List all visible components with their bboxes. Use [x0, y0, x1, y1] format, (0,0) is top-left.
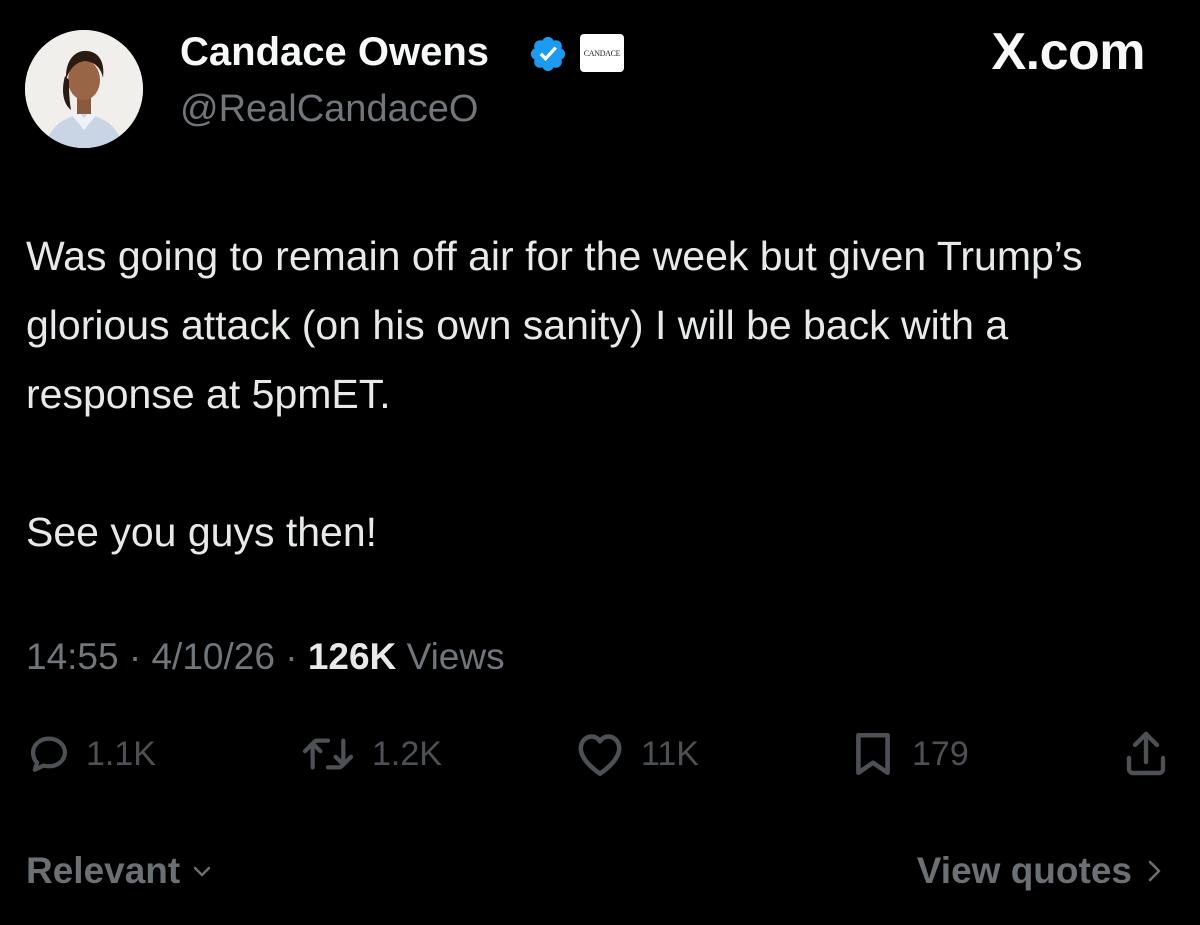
avatar[interactable]: [25, 30, 143, 148]
tweet-paragraph: See you guys then!: [26, 509, 378, 555]
site-label: X.com: [991, 23, 1145, 81]
view-quotes-link[interactable]: View quotes: [917, 848, 1166, 894]
share-icon: [1126, 731, 1166, 776]
bookmark-icon: [856, 732, 890, 776]
reply-button[interactable]: 1.1K: [26, 728, 156, 780]
repost-icon: [302, 738, 354, 770]
bookmark-button[interactable]: 179: [848, 728, 969, 780]
display-name[interactable]: Candace Owens: [180, 28, 489, 76]
share-button[interactable]: [1122, 728, 1170, 780]
reply-icon: [30, 736, 68, 772]
user-handle[interactable]: @RealCandaceO: [180, 86, 478, 132]
sort-replies-dropdown[interactable]: Relevant: [26, 848, 214, 894]
reply-count: 1.1K: [86, 734, 156, 773]
verified-badge-icon: [530, 36, 566, 72]
tweet-time[interactable]: 14:55: [26, 636, 119, 677]
chevron-right-icon: [1148, 860, 1161, 882]
views-label: Views: [406, 636, 505, 677]
repost-button[interactable]: 1.2K: [298, 728, 442, 780]
tweet-paragraph: Was going to remain off air for the week…: [26, 233, 1083, 417]
repost-count: 1.2K: [372, 734, 442, 773]
action-bar: 1.1K 1.2K 11K 179: [0, 728, 1200, 780]
meta-separator: ·: [128, 636, 142, 677]
views-count: 126K: [307, 636, 397, 677]
affiliate-badge[interactable]: CANDACE: [580, 34, 624, 72]
like-count: 11K: [641, 734, 699, 773]
tweet-meta: 14:55 · 4/10/26 · 126K Views: [26, 634, 505, 680]
bookmark-count: 179: [912, 734, 969, 773]
view-quotes-label: View quotes: [916, 850, 1132, 891]
sort-label: Relevant: [26, 850, 181, 891]
avatar-image: [25, 30, 143, 148]
tweet-text: Was going to remain off air for the week…: [26, 222, 1176, 567]
chevron-down-icon: [194, 866, 211, 877]
meta-separator: ·: [285, 636, 298, 677]
like-button[interactable]: 11K: [573, 728, 699, 780]
heart-icon: [578, 734, 622, 776]
tweet-date[interactable]: 4/10/26: [151, 636, 274, 677]
